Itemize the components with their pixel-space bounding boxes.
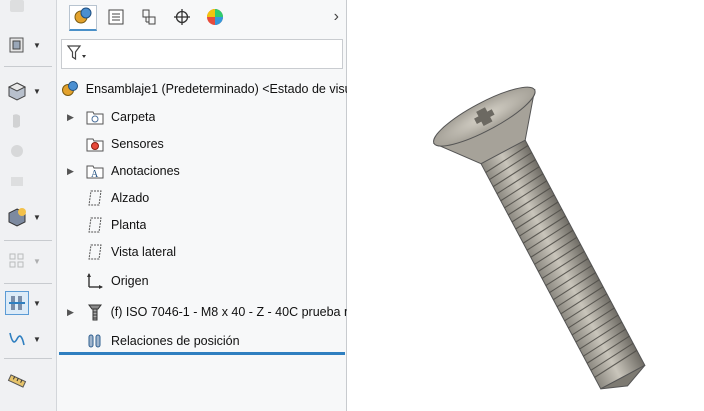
filter-icon[interactable] [66, 44, 88, 65]
top-partial-tool[interactable] [6, 0, 50, 22]
tree-item-label: Sensores [111, 137, 164, 151]
expand-arrow-icon[interactable]: ▶ [67, 307, 77, 318]
tree-root-label: Ensamblaje1 (Predeterminado) <Estado de … [85, 82, 347, 96]
insert-components-icon [6, 34, 28, 56]
tree-item-label: (f) ISO 7046-1 - M8 x 40 - Z - 40C prueb… [110, 305, 347, 319]
view-orientation-icon [6, 80, 28, 102]
tree-item-origen[interactable]: Origen [67, 268, 149, 294]
annotations-icon: A [85, 161, 105, 181]
curves-button[interactable]: ▼ [6, 324, 50, 354]
mate-button[interactable]: ▼ [5, 288, 50, 318]
expand-arrow-icon[interactable]: ▶ [67, 112, 77, 123]
property-list-icon [107, 8, 125, 29]
view-orientation-button[interactable]: ▼ [6, 76, 50, 106]
rollback-bar[interactable] [59, 352, 345, 355]
tree-item-planta[interactable]: Planta [67, 212, 146, 238]
smart-fasteners-button[interactable] [6, 106, 50, 136]
plane-icon [85, 188, 105, 208]
screw-model [432, 86, 646, 390]
reference-geometry-button[interactable] [6, 166, 50, 196]
appearance-sphere-icon [205, 7, 225, 30]
tree-item-label: Planta [111, 218, 147, 232]
chevron-down-icon: ▼ [33, 86, 41, 96]
tree-item-vista-lateral[interactable]: Vista lateral [67, 239, 176, 265]
tree-item-label: Relaciones de posición [111, 334, 240, 348]
manager-tabs: › [57, 0, 347, 36]
chevron-down-icon: ▼ [33, 40, 41, 50]
tree-root-assembly[interactable]: Ensamblaje1 (Predeterminado) <Estado de … [61, 76, 347, 102]
tree-item-part-iso7046[interactable]: ▶ (f) ISO 7046-1 - M8 x 40 - Z - 40C pru… [67, 299, 347, 325]
plane-icon [85, 242, 105, 262]
mate-icon [5, 291, 29, 315]
tree-item-sensores[interactable]: Sensores [67, 131, 164, 157]
tree-filter-bar[interactable] [61, 39, 343, 69]
expand-arrow-icon[interactable]: ▶ [67, 166, 77, 177]
smart-fasteners-icon [6, 110, 28, 132]
assembly-features-icon [6, 140, 28, 162]
measure-button[interactable] [6, 366, 50, 396]
sensor-icon [85, 134, 105, 154]
assembly-icon [73, 6, 93, 29]
command-toolbar: ▼ ▼ ▼ ▼ ▼ ▼ [0, 0, 57, 411]
chevron-down-icon: ▼ [33, 334, 41, 344]
tab-feature-manager[interactable] [69, 5, 97, 31]
crosshair-icon [173, 8, 191, 29]
tree-item-alzado[interactable]: Alzado [67, 185, 149, 211]
origin-icon [85, 271, 105, 291]
tree-item-relaciones-posicion[interactable]: Relaciones de posición [67, 328, 240, 354]
linear-pattern-button[interactable]: ▼ [6, 246, 50, 276]
configuration-icon [140, 8, 158, 29]
curves-icon [6, 328, 28, 350]
plane-icon [85, 215, 105, 235]
reference-geometry-icon [6, 170, 28, 192]
feature-manager-panel: › Ensamblaje1 (Predeterminado) <Estado d… [57, 0, 347, 411]
assembly-features-button[interactable] [6, 136, 50, 166]
screw-part-icon [85, 302, 105, 322]
top-partial-tool-icon [6, 0, 28, 18]
tab-property-manager[interactable] [102, 5, 130, 31]
tree-item-label: Carpeta [111, 110, 156, 124]
tree-item-carpeta[interactable]: ▶ Carpeta [67, 104, 155, 130]
mates-folder-icon [85, 331, 105, 351]
svg-text:A: A [91, 169, 99, 179]
measure-icon [6, 370, 28, 392]
tree-item-label: Alzado [111, 191, 150, 205]
assembly-icon [61, 79, 80, 99]
chevron-down-icon: ▼ [33, 256, 41, 266]
tree-item-label: Vista lateral [111, 245, 177, 259]
folder-icon [85, 107, 105, 127]
tab-configuration-manager[interactable] [135, 5, 163, 31]
graphics-viewport[interactable] [348, 0, 704, 411]
chevron-down-icon: ▼ [33, 212, 41, 222]
tree-item-label: Origen [111, 274, 149, 288]
display-style-button[interactable]: ▼ [6, 202, 50, 232]
linear-pattern-icon [6, 250, 28, 272]
tree-item-anotaciones[interactable]: ▶ A Anotaciones [67, 158, 180, 184]
tree-item-label: Anotaciones [111, 164, 180, 178]
chevron-down-icon: ▼ [33, 298, 41, 308]
display-style-icon [6, 206, 28, 228]
tab-display-manager[interactable] [201, 5, 229, 31]
insert-components-button[interactable]: ▼ [6, 30, 50, 60]
tab-dimxpert-manager[interactable] [168, 5, 196, 31]
chevron-right-icon[interactable]: › [334, 8, 339, 26]
